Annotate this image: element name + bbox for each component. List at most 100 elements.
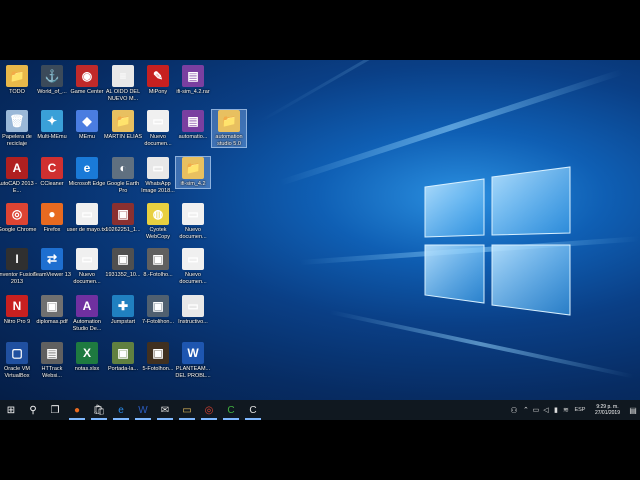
desktop-icon[interactable]: ⚓ World_of_... bbox=[35, 65, 69, 96]
desktop-icon[interactable]: ● Firefox bbox=[35, 203, 69, 234]
desktop-icon[interactable]: Xnotas.xlsx bbox=[70, 342, 104, 373]
edge-taskbar-icon[interactable]: e bbox=[110, 400, 132, 420]
desktop-icon[interactable]: ◐ Google Earth Pro bbox=[106, 157, 140, 194]
desktop-icon[interactable]: W PLANTEAM... DEL PROBL... bbox=[175, 342, 211, 379]
desktop-icon[interactable]: ▣ 10262251_1... bbox=[105, 203, 141, 234]
desktop-icon-label: Instructivo... bbox=[178, 319, 208, 325]
firefox-taskbar-icon[interactable]: ● bbox=[66, 400, 88, 420]
desktop-icon-image: ◉ bbox=[76, 65, 98, 87]
desktop-icon-image: ▣ bbox=[147, 295, 169, 317]
desktop-icon-image: ▣ bbox=[112, 342, 134, 364]
desktop-icon-image: ▭ bbox=[76, 248, 98, 270]
desktop-icon-image: X bbox=[76, 342, 98, 364]
desktop-icon-image: ✚ bbox=[112, 295, 134, 317]
desktop-icon[interactable]: ≡ AL OIDO DEL NUEVO M... bbox=[106, 65, 140, 102]
desktop-icon[interactable]: 📁 MARTIN ELIAS bbox=[104, 110, 142, 141]
desktop-icon[interactable]: ◆ MEmu bbox=[70, 110, 104, 141]
desktop-icon-image: W bbox=[182, 342, 204, 364]
mail-taskbar-icon[interactable]: ✉ bbox=[154, 400, 176, 420]
light-beam bbox=[259, 60, 590, 123]
desktop-icon-image: 🗑 bbox=[6, 110, 28, 132]
desktop-icon[interactable]: 📁 automation studio 5.0 bbox=[211, 109, 247, 148]
desktop-icon-image: e bbox=[76, 157, 98, 179]
wifi-icon[interactable]: ≋ bbox=[561, 400, 571, 420]
desktop-icon[interactable]: ◉ Game Center bbox=[70, 65, 104, 96]
clock[interactable]: 9:29 p. m. 27/01/2019 bbox=[595, 404, 620, 416]
desktop-icon[interactable]: I Inventor Fusion 2013 bbox=[0, 248, 36, 285]
show-hidden-icons-icon[interactable]: ⌃ bbox=[521, 400, 531, 420]
desktop-icon[interactable]: ▭ WhatsApp Image 2018... bbox=[141, 157, 175, 194]
desktop-icon[interactable]: ▤ HTTrack Websi... bbox=[35, 342, 69, 379]
search-icon[interactable]: ⚲ bbox=[22, 400, 44, 420]
desktop-icon[interactable]: A AutoCAD 2013 - E... bbox=[0, 157, 37, 194]
desktop-icon[interactable]: A Automation Studio De... bbox=[70, 295, 104, 332]
desktop-icon[interactable]: ▣ Portada-la... bbox=[106, 342, 140, 373]
desktop-icon-label: Nuevo documen... bbox=[179, 227, 207, 240]
camtasia2-taskbar-icon[interactable]: C bbox=[242, 400, 264, 420]
desktop-icon[interactable]: ▤ automatio... bbox=[176, 110, 210, 141]
task-view-icon[interactable]: ❐ bbox=[44, 400, 66, 420]
desktop-icon-image: A bbox=[76, 295, 98, 317]
desktop-icon[interactable]: ▭ Nuevo documen... bbox=[70, 248, 104, 285]
desktop-icon[interactable]: C CCleaner bbox=[35, 157, 69, 188]
battery-icon[interactable]: ▮ bbox=[551, 400, 561, 420]
desktop-icon-label: ifi-sim_4.2 bbox=[180, 181, 206, 187]
clock-date: 27/01/2019 bbox=[594, 410, 620, 416]
desktop-icon[interactable]: ▣ 8.-Fotolho... bbox=[141, 248, 175, 279]
desktop-icon-image: 📁 bbox=[112, 110, 134, 132]
desktop-icon-image: 📁 bbox=[6, 65, 28, 87]
desktop-icon[interactable]: ✎ MiPony bbox=[141, 65, 175, 96]
desktop-icon[interactable]: ▭ Nuevo documen... bbox=[176, 248, 210, 285]
desktop-icon[interactable]: ▣ 7-Fotolihon... bbox=[141, 295, 175, 326]
desktop-icon-image: ▣ bbox=[41, 295, 63, 317]
desktop-icon[interactable]: ▣ 1931352_10... bbox=[105, 248, 141, 279]
desktop-icon[interactable]: ▤ ifi-sim_4.2.rar bbox=[176, 65, 210, 96]
desktop-icon[interactable]: ◎ Google Chrome bbox=[0, 203, 36, 234]
desktop-icon[interactable]: ▣ diplomas.pdf bbox=[35, 295, 69, 326]
windows-logo bbox=[424, 166, 571, 316]
desktop-icon-image: I bbox=[6, 248, 28, 270]
camtasia-taskbar-icon[interactable]: C bbox=[220, 400, 242, 420]
desktop-icon[interactable]: ▭ user de mayo.txt bbox=[67, 203, 107, 234]
desktop-icon-image: ▤ bbox=[182, 65, 204, 87]
people-icon[interactable]: ⚇ bbox=[507, 400, 521, 420]
desktop-icon-image: ⇄ bbox=[41, 248, 63, 270]
desktop-icon-image: N bbox=[6, 295, 28, 317]
desktop-icon-image: ⚓ bbox=[41, 65, 63, 87]
desktop-icon-image: A bbox=[6, 157, 28, 179]
desktop-icon[interactable]: ▭ Nuevo documen... bbox=[176, 203, 210, 240]
desktop-icon-image: ▭ bbox=[147, 157, 169, 179]
desktop-icon[interactable]: ⇄ TeamViewer 13 bbox=[33, 248, 71, 279]
start-button[interactable]: ⊞ bbox=[0, 400, 22, 420]
volume-icon[interactable]: ◁ bbox=[541, 400, 551, 420]
system-tray: ⚇ ⌃ ▭ ◁ ▮ ≋ ESP 9:29 p. m. 27/01/2019 ▤ bbox=[507, 400, 640, 420]
desktop-icon[interactable]: 📁 TODO bbox=[0, 65, 34, 96]
desktop-icon[interactable]: 🗑 Papelera de reciclaje bbox=[0, 110, 34, 147]
desktop-icon[interactable]: ✦ Multi-MEmu bbox=[35, 110, 69, 141]
desktop-icon[interactable]: ▢ Oracle VM VirtualBox bbox=[0, 342, 34, 379]
desktop-icon-image: ✎ bbox=[147, 65, 169, 87]
desktop-icon[interactable]: ▭ Nuevo documen... bbox=[141, 110, 175, 147]
desktop-icon-image: 📁 bbox=[218, 110, 240, 132]
desktop-icon[interactable]: 📁 ifi-sim_4.2 bbox=[175, 156, 211, 189]
explorer-taskbar-icon[interactable]: ▭ bbox=[176, 400, 198, 420]
desktop-icon[interactable]: ▣ 5-Fotolhon... bbox=[141, 342, 175, 373]
desktop-icon-image: ▣ bbox=[147, 342, 169, 364]
desktop-icon-image: ▭ bbox=[147, 110, 169, 132]
network-icon[interactable]: ▭ bbox=[531, 400, 541, 420]
desktop-icon-image: ▤ bbox=[41, 342, 63, 364]
desktop-icon[interactable]: ✚ Jumpstart bbox=[106, 295, 140, 326]
desktop-icon-image: ◎ bbox=[6, 203, 28, 225]
chrome-taskbar-icon[interactable]: ◎ bbox=[198, 400, 220, 420]
desktop-icon[interactable]: e Microsoft Edge bbox=[69, 157, 105, 188]
desktop-icon-image: ▭ bbox=[182, 248, 204, 270]
word-taskbar-icon[interactable]: W bbox=[132, 400, 154, 420]
desktop-icon[interactable]: ◍ Cyotek WebCopy bbox=[141, 203, 175, 240]
store-taskbar-icon[interactable]: 🛍 bbox=[88, 400, 110, 420]
desktop-icon[interactable]: ▭ Instructivo... bbox=[176, 295, 210, 326]
desktop-icon[interactable]: N Nitro Pro 9 bbox=[0, 295, 34, 326]
action-center-icon[interactable]: ▤ bbox=[626, 400, 640, 420]
language-indicator[interactable]: ESP bbox=[571, 400, 589, 420]
desktop-icon-image: ▭ bbox=[182, 295, 204, 317]
taskbar: ⊞ ⚲ ❐ ● 🛍 e W ✉ ▭ ◎ C C ⚇ ⌃ ▭ ◁ ▮ ≋ ESP 9:29 p. m. … bbox=[0, 400, 640, 420]
